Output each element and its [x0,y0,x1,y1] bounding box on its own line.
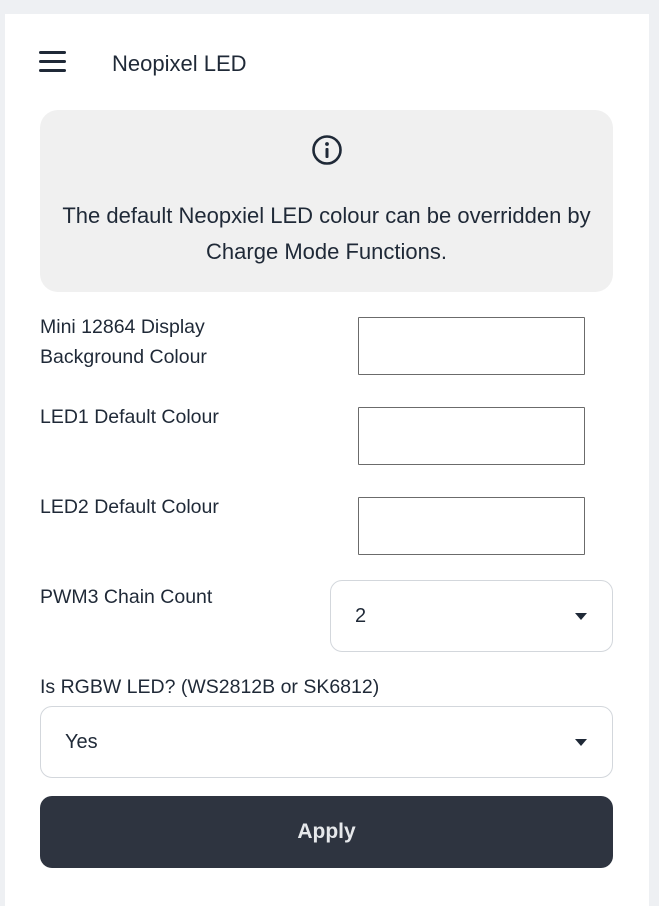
display-bg-label-line1: Mini 12864 Display [40,316,205,338]
chevron-down-icon [575,613,587,620]
pwm3-chain-count-value: 2 [355,605,367,627]
info-text: The default Neopxiel LED colour can be o… [62,203,591,264]
led2-colour-input[interactable] [358,497,585,555]
pwm3-chain-count-select[interactable]: 2 [330,580,613,652]
settings-panel: Neopixel LED The default Neopxiel LED co… [5,14,649,906]
info-circle-icon [311,134,343,166]
display-bg-colour-input[interactable] [358,317,585,375]
header: Neopixel LED [5,14,649,114]
rgbw-led-value: Yes [65,731,98,753]
page-title: Neopixel LED [112,51,247,76]
display-bg-label: Mini 12864 Display Background Colour [40,312,207,372]
rgbw-led-select[interactable]: Yes [40,706,613,778]
led1-colour-input[interactable] [358,407,585,465]
pwm3-chain-count-label: PWM3 Chain Count [40,586,213,608]
info-box: The default Neopxiel LED colour can be o… [40,110,613,292]
apply-button[interactable]: Apply [40,796,613,868]
display-bg-label-line2: Background Colour [40,346,207,368]
led1-colour-label: LED1 Default Colour [40,406,219,428]
hamburger-menu-icon[interactable] [39,51,66,73]
chevron-down-icon [575,739,587,746]
rgbw-led-label: Is RGBW LED? (WS2812B or SK6812) [40,676,380,698]
led2-colour-label: LED2 Default Colour [40,496,219,518]
